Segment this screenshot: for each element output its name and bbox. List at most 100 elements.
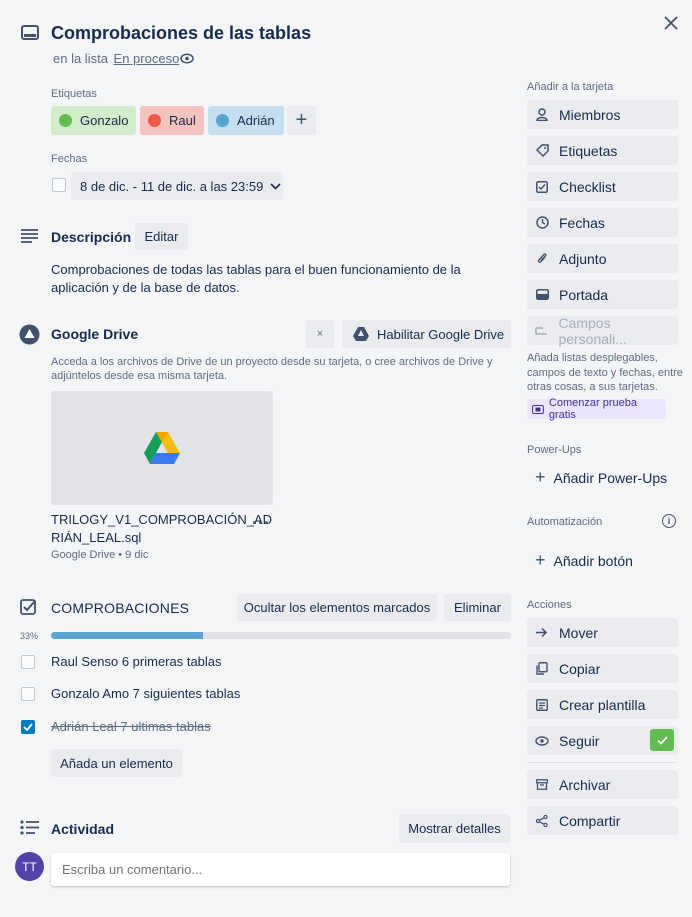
label-chip-adrian[interactable]: Adrián (208, 106, 284, 135)
checklist-item-text[interactable]: Gonzalo Amo 7 siguientes tablas (51, 686, 240, 701)
plus-icon: + (535, 550, 546, 570)
copy-button[interactable]: Copiar (527, 654, 678, 683)
info-icon[interactable]: i (662, 514, 676, 528)
list-prefix: en la lista (53, 51, 108, 66)
label-chip-raul[interactable]: Raul (140, 106, 204, 135)
description-heading: Descripción (51, 229, 132, 245)
add-item-button[interactable]: Añada un elemento (51, 749, 182, 777)
list-info: en la lista En proceso (53, 51, 179, 66)
activity-heading: Actividad (51, 821, 115, 837)
label-dot (59, 114, 72, 127)
close-button[interactable] (660, 12, 682, 34)
checklist-item-text[interactable]: Raul Senso 6 primeras tablas (51, 654, 222, 669)
person-icon (536, 108, 548, 121)
share-button[interactable]: Compartir (527, 806, 678, 835)
label-chip-gonzalo[interactable]: Gonzalo (51, 106, 136, 135)
file-more-button[interactable]: ... (252, 508, 270, 529)
sidebar-divider (527, 762, 678, 763)
checklist-item-text[interactable]: Adrián Leal 7 ultimas tablas (51, 719, 211, 734)
eye-icon[interactable] (180, 53, 194, 64)
close-icon (664, 16, 678, 30)
custom-fields-button[interactable]: Campos personali... (527, 314, 678, 347)
avatar-initials: TT (22, 859, 37, 874)
archive-icon (536, 779, 548, 790)
list-link[interactable]: En proceso (114, 51, 180, 66)
card-icon (21, 25, 39, 40)
avatar[interactable]: TT (15, 852, 44, 881)
actions-heading: Acciones (527, 599, 572, 611)
plus-icon: + (295, 109, 308, 131)
follow-button[interactable]: Seguir (527, 726, 678, 755)
card-title[interactable]: Comprobaciones de las tablas (51, 23, 311, 44)
label-name: Raul (169, 113, 196, 128)
create-template-label: Crear plantilla (559, 696, 646, 713)
members-label: Miembros (559, 106, 621, 123)
labels-button[interactable]: Etiquetas (527, 136, 678, 165)
create-template-button[interactable]: Crear plantilla (527, 690, 678, 719)
delete-checklist-button[interactable]: Eliminar (444, 594, 511, 621)
add-label-button[interactable]: + (287, 106, 316, 135)
add-button-label: Añadir botón (553, 552, 633, 569)
dates-button[interactable]: Fechas (527, 208, 678, 237)
show-details-label: Mostrar detalles (408, 821, 501, 836)
file-name-line-1: TRILOGY_V1_COMPROBACIÓN_AD (51, 512, 273, 527)
add-power-ups-button[interactable]: + Añadir Power-Ups (527, 463, 678, 492)
archive-label: Archivar (559, 776, 611, 793)
checklist-item-checkbox-checked[interactable] (21, 720, 35, 734)
plus-icon: + (535, 467, 546, 487)
clock-icon (535, 216, 549, 229)
google-drive-logo-icon (144, 432, 180, 464)
arrow-right-icon (536, 627, 548, 638)
activity-icon (20, 820, 39, 835)
add-to-card-heading: Añadir a la tarjeta (527, 81, 614, 93)
share-label: Compartir (559, 812, 621, 829)
progress-percent: 33% (20, 631, 39, 641)
show-details-button[interactable]: Mostrar detalles (399, 814, 510, 843)
fields-icon (535, 327, 548, 335)
move-label: Mover (559, 624, 598, 641)
google-drive-heading: Google Drive (51, 326, 139, 342)
drive-file-name[interactable]: TRILOGY_V1_COMPROBACIÓN_AD RIÁN_LEAL.sql (51, 511, 272, 547)
start-trial-button[interactable]: Comenzar prueba gratis (527, 397, 666, 421)
label-name: Adrián (237, 113, 275, 128)
labels-label: Etiquetas (559, 142, 618, 159)
edit-description-button[interactable]: Editar (135, 223, 188, 250)
checklist-item-checkbox[interactable] (21, 655, 35, 669)
custom-fields-promo: Añada listas desplegables, campos de tex… (527, 352, 683, 393)
progress-fill (51, 632, 203, 639)
attachment-button[interactable]: Adjunto (527, 244, 678, 273)
drive-file-thumbnail[interactable] (51, 391, 273, 505)
due-date-checkbox[interactable] (52, 178, 66, 192)
dates-label: Fechas (559, 214, 605, 231)
checklist-item-checkbox[interactable] (21, 687, 35, 701)
comment-input[interactable] (51, 853, 510, 886)
checklist-heading[interactable]: COMPROBACIONES (51, 600, 189, 616)
hide-checked-button[interactable]: Ocultar los elementos marcados (237, 594, 437, 621)
share-icon (536, 814, 548, 827)
members-button[interactable]: Miembros (527, 100, 678, 129)
close-drive-button[interactable]: × (306, 320, 334, 348)
add-power-ups-label: Añadir Power-Ups (553, 469, 668, 486)
archive-button[interactable]: Archivar (527, 770, 678, 799)
label-dot (148, 114, 161, 127)
move-button[interactable]: Mover (527, 618, 678, 647)
enable-google-drive-button[interactable]: Habilitar Google Drive (342, 320, 511, 348)
follow-active-indicator (650, 729, 674, 751)
custom-fields-label: Campos personali... (558, 314, 627, 347)
paperclip-icon (537, 253, 547, 263)
cover-icon (535, 289, 549, 300)
description-text[interactable]: Comprobaciones de todas las tablas para … (51, 261, 513, 297)
checklist-icon (536, 180, 548, 193)
due-date-button[interactable]: 8 de dic. - 11 de dic. a las 23:59 (71, 172, 283, 200)
labels-heading: Etiquetas (51, 88, 97, 100)
power-ups-heading: Power-Ups (527, 444, 582, 456)
close-symbol: × (316, 328, 324, 340)
chevron-down-icon (270, 182, 281, 190)
add-item-label: Añada un elemento (60, 755, 173, 771)
check-icon (656, 735, 668, 745)
hide-checked-label: Ocultar los elementos marcados (243, 600, 431, 615)
description-icon (21, 229, 38, 243)
cover-button[interactable]: Portada (527, 280, 678, 309)
checklist-button[interactable]: Checklist (527, 172, 678, 201)
add-button-button[interactable]: + Añadir botón (527, 546, 678, 575)
